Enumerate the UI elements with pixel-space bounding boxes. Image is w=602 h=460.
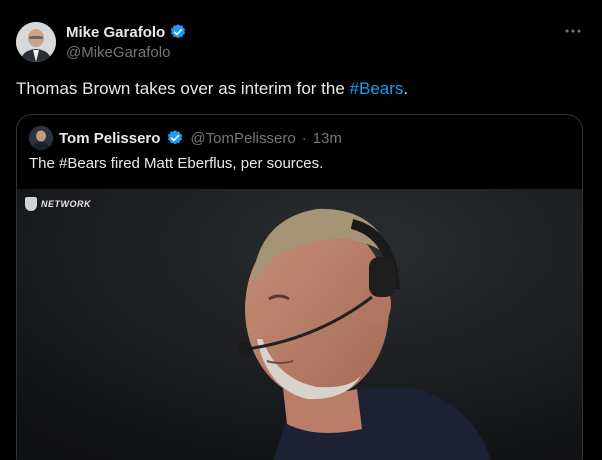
tweet-text: Thomas Brown takes over as interim for t… xyxy=(16,78,408,100)
nfl-network-watermark-text: NETWORK xyxy=(41,199,91,209)
nfl-network-watermark: NETWORK xyxy=(25,197,91,211)
quoted-author-display-name[interactable]: Tom Pelissero xyxy=(59,130,160,147)
tweet-text-before: Thomas Brown takes over as interim for t… xyxy=(16,79,350,98)
quoted-tweet-photo[interactable]: NETWORK xyxy=(17,189,582,460)
quoted-tweet-header: Tom Pelissero @TomPelissero · 13m xyxy=(29,126,342,150)
quoted-tweet-text: The #Bears fired Matt Eberflus, per sour… xyxy=(29,155,324,172)
author-display-name[interactable]: Mike Garafolo xyxy=(66,24,165,41)
author-handle[interactable]: @MikeGarafolo xyxy=(66,44,170,61)
tweet-text-after: . xyxy=(403,79,409,98)
quoted-tweet-time[interactable]: 13m xyxy=(313,130,342,147)
quoted-tweet[interactable]: Tom Pelissero @TomPelissero · 13m The #B… xyxy=(16,114,583,460)
author-avatar[interactable] xyxy=(16,22,56,62)
quoted-author-avatar[interactable] xyxy=(29,126,53,150)
author-name-line: Mike Garafolo xyxy=(66,23,187,41)
quoted-author-handle[interactable]: @TomPelissero xyxy=(190,130,295,147)
tweet-card[interactable]: Mike Garafolo @MikeGarafolo Thomas Brown… xyxy=(0,0,602,460)
verified-badge-icon xyxy=(169,23,187,41)
hashtag-link-bears[interactable]: #Bears xyxy=(350,79,404,98)
more-horizontal-icon[interactable] xyxy=(564,22,582,45)
nfl-shield-icon xyxy=(25,197,37,211)
quoted-verified-badge-icon xyxy=(166,129,184,147)
separator-dot: · xyxy=(301,129,307,147)
